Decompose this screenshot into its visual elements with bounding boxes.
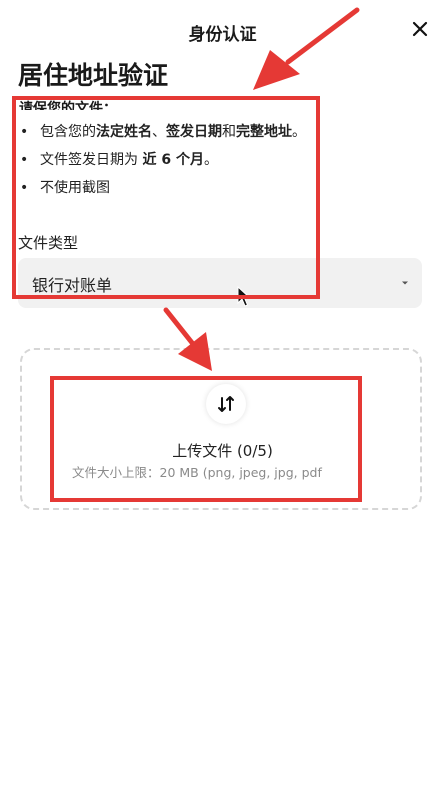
- highlight-box-upload: [50, 376, 362, 502]
- highlight-box-requirements: [12, 96, 320, 299]
- page-title: 居住地址验证: [18, 61, 169, 90]
- close-icon: [412, 21, 428, 37]
- header: 身份认证: [0, 0, 445, 64]
- chevron-down-icon: [402, 281, 408, 285]
- header-title: 身份认证: [188, 25, 257, 45]
- close-button[interactable]: [409, 18, 431, 40]
